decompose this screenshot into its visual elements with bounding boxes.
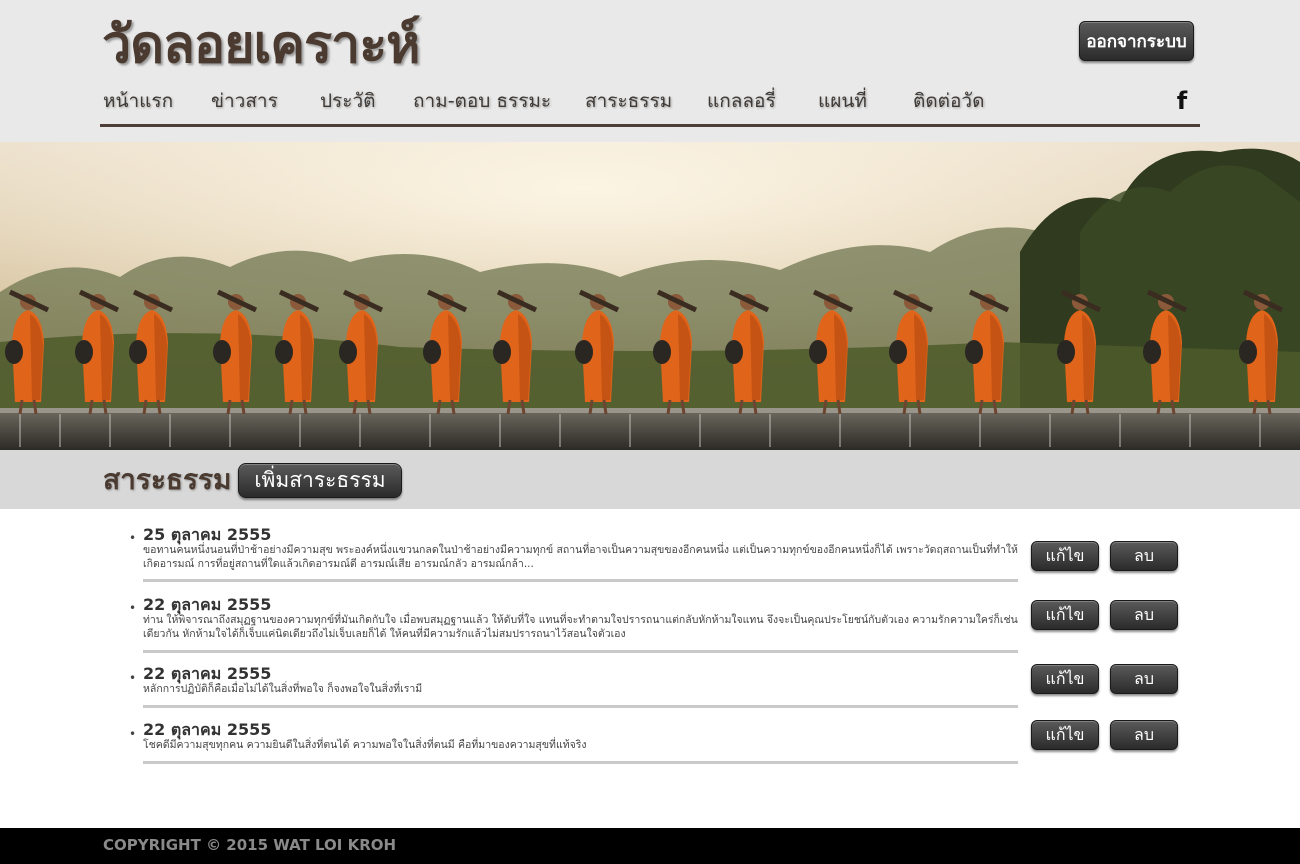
- bullet-icon: •: [129, 601, 137, 615]
- nav-history[interactable]: ประวัติ: [320, 86, 375, 116]
- delete-button[interactable]: ลบ: [1110, 664, 1178, 694]
- hero-photo: [0, 142, 1300, 450]
- entry-divider: [143, 761, 1018, 764]
- entry-text[interactable]: หลักการปฏิบัติก็คือเมื่อไม่ได้ในสิ่งที่พ…: [143, 682, 1023, 696]
- entry-text[interactable]: โชคดีมีความสุขทุกคน ความยินดีในสิ่งที่ตน…: [143, 738, 1023, 752]
- nav-qa-dhamma[interactable]: ถาม-ตอบ ธรรมะ: [413, 86, 551, 116]
- nav-contact[interactable]: ติดต่อวัด: [913, 86, 984, 116]
- entry-divider: [143, 650, 1018, 653]
- dhamma-list: • 25 ตุลาคม 2555 ขอทานคนหนึ่งนอนที่ป่าช้…: [0, 509, 1300, 809]
- list-item: • 22 ตุลาคม 2555 ท่าน ให้พิจารณาถึงสมุฏฐ…: [0, 591, 1300, 653]
- nav-map[interactable]: แผนที่: [818, 86, 867, 116]
- entry-divider: [143, 705, 1018, 708]
- nav-dhamma[interactable]: สาระธรรม: [585, 86, 672, 116]
- bullet-icon: •: [129, 531, 137, 545]
- edit-button[interactable]: แก้ไข: [1031, 600, 1099, 630]
- bullet-icon: •: [129, 671, 137, 685]
- section-bar: สาระธรรม เพิ่มสาระธรรม: [0, 450, 1300, 509]
- list-item: • 25 ตุลาคม 2555 ขอทานคนหนึ่งนอนที่ป่าช้…: [0, 521, 1300, 583]
- list-item: • 22 ตุลาคม 2555 หลักการปฏิบัติก็คือเมื่…: [0, 661, 1300, 711]
- site-header: วัดลอยเคราะห์ ออกจากระบบ หน้าแรก ข่าวสาร…: [0, 0, 1300, 142]
- nav-divider: [100, 124, 1200, 127]
- delete-button[interactable]: ลบ: [1110, 541, 1178, 571]
- hero-banner-image: [0, 142, 1300, 450]
- entry-text[interactable]: ขอทานคนหนึ่งนอนที่ป่าช้าอย่างมีความสุข พ…: [143, 543, 1023, 571]
- list-item: • 22 ตุลาคม 2555 โชคดีมีความสุขทุกคน ควา…: [0, 717, 1300, 767]
- delete-button[interactable]: ลบ: [1110, 720, 1178, 750]
- nav-news[interactable]: ข่าวสาร: [211, 86, 278, 116]
- nav-home[interactable]: หน้าแรก: [103, 86, 173, 116]
- section-title: สาระธรรม: [103, 463, 232, 496]
- entry-text[interactable]: ท่าน ให้พิจารณาถึงสมุฏฐานของความทุกข์ที่…: [143, 613, 1023, 641]
- site-footer: COPYRIGHT © 2015 WAT LOI KROH: [0, 828, 1300, 864]
- entry-divider: [143, 579, 1018, 582]
- edit-button[interactable]: แก้ไข: [1031, 541, 1099, 571]
- copyright-text: COPYRIGHT © 2015 WAT LOI KROH: [103, 836, 397, 854]
- facebook-icon[interactable]: f: [1173, 87, 1191, 115]
- site-title[interactable]: วัดลอยเคราะห์: [102, 10, 420, 80]
- nav-gallery[interactable]: แกลลอรี่: [707, 86, 776, 116]
- edit-button[interactable]: แก้ไข: [1031, 664, 1099, 694]
- edit-button[interactable]: แก้ไข: [1031, 720, 1099, 750]
- bullet-icon: •: [129, 727, 137, 741]
- main-nav: หน้าแรก ข่าวสาร ประวัติ ถาม-ตอบ ธรรมะ สา…: [0, 86, 1300, 120]
- delete-button[interactable]: ลบ: [1110, 600, 1178, 630]
- add-dhamma-button[interactable]: เพิ่มสาระธรรม: [238, 463, 402, 498]
- logout-button[interactable]: ออกจากระบบ: [1079, 21, 1194, 61]
